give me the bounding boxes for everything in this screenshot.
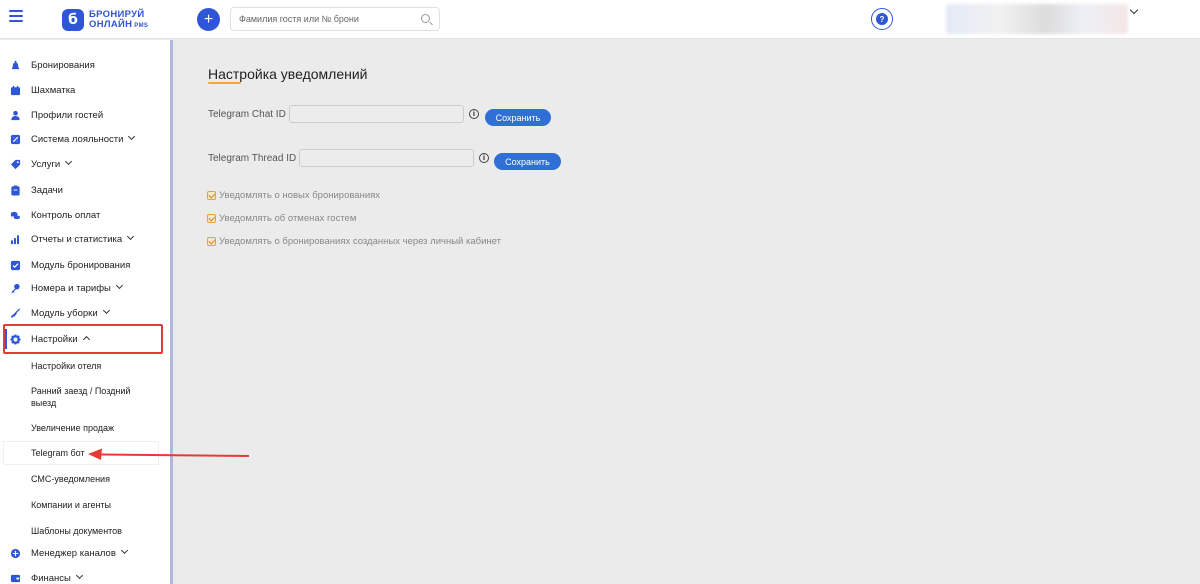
check-square-icon	[10, 260, 21, 271]
broom-icon	[10, 307, 21, 319]
info-icon[interactable]: i	[479, 153, 489, 163]
settings-highlight-annotation	[3, 324, 163, 354]
search-input[interactable]	[231, 8, 411, 30]
sidebar-item-booking-module[interactable]: Модуль бронирования	[0, 255, 170, 275]
sidebar-item-label: Контроль оплат	[31, 209, 101, 221]
sidebar-sub-companies[interactable]: Компании и агенты	[31, 499, 151, 511]
sidebar-item-finance[interactable]: Финансы	[0, 568, 170, 584]
sidebar-item-payment-control[interactable]: Контроль оплат	[0, 205, 170, 225]
account-info[interactable]	[946, 4, 1128, 34]
add-booking-button[interactable]: +	[197, 8, 220, 31]
sidebar-sub-upsell[interactable]: Увеличение продаж	[31, 422, 151, 434]
loyalty-icon	[10, 134, 21, 145]
key-icon	[10, 283, 21, 294]
user-icon	[10, 110, 21, 121]
logo-line2: ОНЛАЙН	[89, 18, 133, 30]
sidebar-item-label: Номера и тарифы	[31, 282, 111, 294]
logo-text: БРОНИРУЙ ОНЛАЙН PMS	[89, 9, 149, 31]
notify-new-bookings-checkbox[interactable]	[207, 191, 216, 200]
sidebar-item-label: Финансы	[31, 572, 71, 584]
thread-id-input[interactable]	[299, 149, 474, 167]
sidebar-item-guest-profiles[interactable]: Профили гостей	[0, 105, 170, 125]
notify-cancellations-checkbox[interactable]	[207, 214, 216, 223]
sidebar-item-label: Менеджер каналов	[31, 547, 116, 559]
clipboard-icon	[10, 184, 21, 196]
arrow-annotation-icon	[88, 448, 250, 460]
sidebar-sub-early-late[interactable]: Ранний заезд / Поздний выезд	[31, 385, 151, 409]
sidebar-item-label: Система лояльности	[31, 133, 124, 145]
sidebar-item-services[interactable]: Услуги	[0, 154, 170, 174]
sidebar-item-label: Модуль бронирования	[31, 259, 131, 271]
chevron-down-icon	[120, 546, 128, 554]
bell-icon	[10, 60, 21, 71]
sidebar-item-label: Бронирования	[31, 59, 95, 71]
notify-cancellations-row[interactable]: Уведомлять об отменах гостем	[207, 213, 356, 224]
chevron-down-icon[interactable]	[1129, 5, 1139, 15]
save-chat-id-button[interactable]: Сохранить	[485, 109, 551, 126]
app-logo[interactable]: б БРОНИРУЙ ОНЛАЙН PMS	[62, 8, 148, 32]
sidebar-item-channel-manager[interactable]: Менеджер каналов	[0, 543, 170, 563]
help-button[interactable]: ?	[871, 8, 893, 30]
chevron-down-icon	[127, 232, 135, 240]
checkbox-label: Уведомлять об отменах гостем	[219, 213, 357, 224]
finance-icon	[10, 573, 21, 584]
sidebar-item-loyalty[interactable]: Система лояльности	[0, 129, 170, 149]
sidebar-item-label: Модуль уборки	[31, 307, 98, 319]
notify-cabinet-bookings-checkbox[interactable]	[207, 237, 216, 246]
menu-icon[interactable]	[9, 10, 23, 24]
sidebar-item-housekeeping[interactable]: Модуль уборки	[0, 303, 170, 323]
chevron-down-icon	[128, 132, 136, 140]
notify-cabinet-bookings-row[interactable]: Уведомлять о бронированиях созданных чер…	[207, 236, 501, 247]
chevron-down-icon	[115, 281, 123, 289]
logo-mark: б	[62, 9, 84, 31]
sidebar-sub-hotel-settings[interactable]: Настройки отеля	[31, 360, 151, 372]
chevron-down-icon	[102, 306, 110, 314]
bar-chart-icon	[10, 234, 21, 245]
notify-new-bookings-row[interactable]: Уведомлять о новых бронированиях	[207, 190, 380, 201]
checkbox-label: Уведомлять о бронированиях созданных чер…	[219, 236, 501, 247]
sidebar-sub-doc-templates[interactable]: Шаблоны документов	[31, 525, 151, 537]
plus-icon: +	[203, 10, 214, 28]
chat-id-input[interactable]	[289, 105, 464, 123]
sidebar-item-label: Задачи	[31, 184, 63, 196]
top-header: б БРОНИРУЙ ОНЛАЙНPMS + ?	[0, 0, 1200, 39]
chevron-down-icon	[75, 571, 83, 579]
search-icon[interactable]	[421, 14, 430, 23]
tag-icon	[10, 159, 21, 170]
sidebar-item-rooms-rates[interactable]: Номера и тарифы	[0, 278, 170, 298]
save-thread-id-button[interactable]: Сохранить	[494, 153, 561, 170]
sidebar-item-reports[interactable]: Отчеты и статистика	[0, 229, 170, 249]
logo-pms: PMS	[134, 22, 149, 29]
sidebar-item-bookings[interactable]: Бронирования	[0, 55, 170, 75]
sidebar-item-tasks[interactable]: Задачи	[0, 180, 170, 200]
channels-icon	[10, 548, 21, 559]
chevron-down-icon	[65, 157, 73, 165]
page-title: Настройка уведомлений	[208, 66, 368, 82]
chat-id-label: Telegram Chat ID	[208, 109, 286, 120]
coins-icon	[10, 210, 21, 221]
sidebar-sub-sms[interactable]: СМС-уведомления	[31, 473, 151, 485]
calendar-icon	[10, 85, 21, 96]
sidebar-item-label: Шахматка	[31, 84, 76, 96]
info-icon[interactable]: i	[469, 109, 479, 119]
sidebar-divider	[170, 40, 173, 584]
sidebar-item-chessboard[interactable]: Шахматка	[0, 80, 170, 100]
thread-id-label: Telegram Thread ID	[208, 153, 297, 164]
sidebar-item-label: Услуги	[31, 158, 61, 170]
search-box	[230, 7, 440, 31]
title-underline	[208, 82, 241, 84]
checkbox-label: Уведомлять о новых бронированиях	[219, 190, 381, 201]
sidebar-item-label: Отчеты и статистика	[31, 233, 123, 245]
help-icon: ?	[876, 13, 888, 25]
sidebar-item-label: Профили гостей	[31, 109, 104, 121]
